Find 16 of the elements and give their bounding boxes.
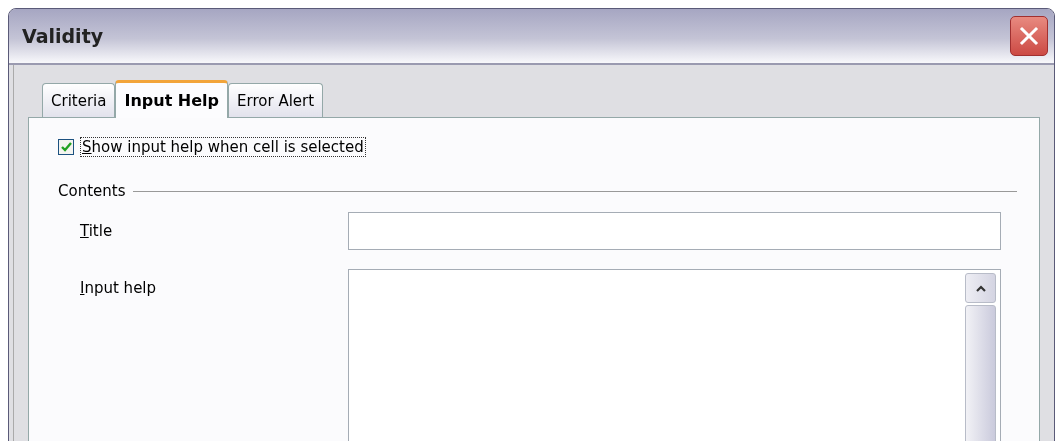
section-heading: Contents [58,182,126,200]
tab[interactable]: Criteria [42,83,116,117]
close-button[interactable] [1010,16,1048,56]
scrollbar[interactable] [965,273,996,441]
scroll-up-button[interactable] [965,273,996,303]
field-label: Title [79,222,114,240]
title-input-field[interactable] [348,212,1001,250]
tab[interactable]: Error Alert [228,83,324,117]
window-title: Validity [22,25,104,47]
field-label: Input help [79,278,158,297]
close-icon [1018,25,1040,47]
checkbox[interactable] [58,139,74,155]
tab[interactable]: Input Help [115,80,229,118]
input-help-text-area[interactable] [348,269,1001,441]
checkbox-label[interactable]: Show input help when cell is selected [80,137,366,157]
caret-up-icon [974,284,987,292]
